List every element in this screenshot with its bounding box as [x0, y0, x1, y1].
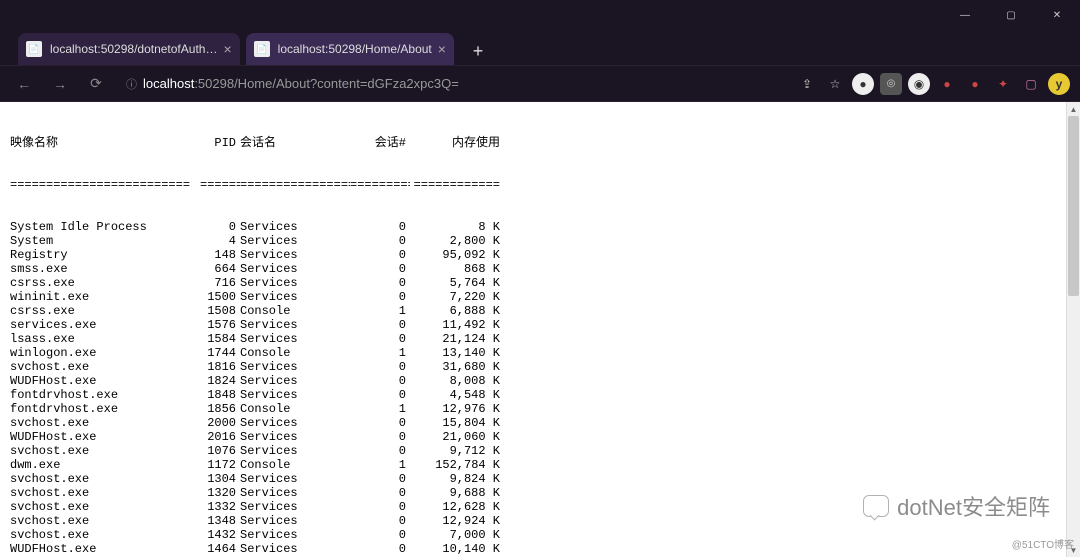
browser-tab-1[interactable]: 📄 localhost:50298/dotnetofAuth… × — [18, 33, 240, 65]
table-row: lsass.exe1584 Services021,124 K — [10, 332, 1056, 346]
share-icon[interactable]: ⇪ — [796, 73, 818, 95]
table-row: fontdrvhost.exe1856 Console112,976 K — [10, 402, 1056, 416]
table-row: svchost.exe1304 Services09,824 K — [10, 472, 1056, 486]
forward-button[interactable]: → — [46, 70, 74, 98]
tab-favicon-icon: 📄 — [26, 41, 42, 57]
toolbar-right-icons: ⇪ ☆ ● ◎ ◉ ● ● ✦ ▢ y — [796, 73, 1070, 95]
table-row: WUDFHost.exe1464 Services010,140 K — [10, 542, 1056, 556]
table-row: dwm.exe1172 Console1152,784 K — [10, 458, 1056, 472]
bookmark-star-icon[interactable]: ☆ — [824, 73, 846, 95]
table-row: csrss.exe716 Services05,764 K — [10, 276, 1056, 290]
address-bar[interactable]: ⓘ localhost:50298/Home/About?content=dGF… — [118, 70, 788, 98]
window-minimize-button[interactable]: — — [942, 0, 988, 30]
table-row: svchost.exe1348 Services012,924 K — [10, 514, 1056, 528]
vertical-scrollbar[interactable]: ▲ ▼ — [1066, 102, 1080, 557]
back-button[interactable]: ← — [10, 70, 38, 98]
table-row: svchost.exe1320 Services09,688 K — [10, 486, 1056, 500]
table-header: 映像名称PID 会话名会话#内存使用 — [10, 136, 1056, 150]
url-path: :50298/Home/About?content=dGFza2xpc3Q= — [194, 76, 459, 91]
window-close-button[interactable]: ✕ — [1034, 0, 1080, 30]
extension-dot-icon[interactable]: ● — [852, 73, 874, 95]
page-content: 映像名称PID 会话名会话#内存使用 =====================… — [0, 102, 1080, 557]
table-row: WUDFHost.exe2016 Services021,060 K — [10, 430, 1056, 444]
table-row: wininit.exe1500 Services07,220 K — [10, 290, 1056, 304]
scroll-track[interactable] — [1067, 116, 1080, 543]
table-row: smss.exe664 Services0868 K — [10, 262, 1056, 276]
table-row: csrss.exe1508 Console16,888 K — [10, 304, 1056, 318]
browser-toolbar: ← → ⟳ ⓘ localhost:50298/Home/About?conte… — [0, 66, 1080, 102]
sidebar-square-icon[interactable]: ▢ — [1020, 73, 1042, 95]
col-mem-header: 内存使用 — [410, 136, 500, 150]
extension-ring-icon[interactable]: ◉ — [908, 73, 930, 95]
table-row: System Idle Process0 Services08 K — [10, 220, 1056, 234]
tab-close-icon[interactable]: × — [438, 41, 446, 57]
separator-row: ================================= ======… — [10, 178, 1056, 192]
site-info-icon[interactable]: ⓘ — [126, 76, 137, 92]
col-pid-header: PID — [200, 136, 240, 150]
profile-avatar-icon[interactable]: y — [1048, 73, 1070, 95]
table-row: svchost.exe1076 Services09,712 K — [10, 444, 1056, 458]
table-row: System4 Services02,800 K — [10, 234, 1056, 248]
tab-favicon-icon: 📄 — [254, 41, 270, 57]
table-row: WUDFHost.exe1824 Services08,008 K — [10, 374, 1056, 388]
tab-close-icon[interactable]: × — [223, 41, 231, 57]
window-maximize-button[interactable]: ▢ — [988, 0, 1034, 30]
extensions-puzzle-icon[interactable]: ✦ — [992, 73, 1014, 95]
table-row: svchost.exe2000 Services015,804 K — [10, 416, 1056, 430]
table-row: svchost.exe1432 Services07,000 K — [10, 528, 1056, 542]
extension-red-icon[interactable]: ● — [936, 73, 958, 95]
browser-tab-strip: 📄 localhost:50298/dotnetofAuth… × 📄 loca… — [0, 30, 1080, 66]
tasklist-output: 映像名称PID 会话名会话#内存使用 =====================… — [0, 102, 1066, 557]
new-tab-button[interactable]: + — [464, 37, 492, 65]
reload-button[interactable]: ⟳ — [82, 70, 110, 98]
scroll-up-icon[interactable]: ▲ — [1067, 102, 1080, 116]
corner-watermark: @51CTO博客 — [1012, 536, 1074, 551]
tab-label: localhost:50298/Home/About — [278, 42, 432, 56]
col-sess-header: 会话名 — [240, 136, 350, 150]
table-row: Registry148 Services095,092 K — [10, 248, 1056, 262]
table-row: services.exe1576 Services011,492 K — [10, 318, 1056, 332]
window-titlebar: — ▢ ✕ — [0, 0, 1080, 30]
table-row: fontdrvhost.exe1848 Services04,548 K — [10, 388, 1056, 402]
url-host: localhost — [143, 76, 194, 91]
col-sid-header: 会话# — [350, 136, 410, 150]
col-name-header: 映像名称 — [10, 136, 200, 150]
browser-tab-2[interactable]: 📄 localhost:50298/Home/About × — [246, 33, 454, 65]
scroll-thumb[interactable] — [1068, 116, 1079, 296]
tab-label: localhost:50298/dotnetofAuth… — [50, 42, 217, 56]
table-row: svchost.exe1816 Services031,680 K — [10, 360, 1056, 374]
table-row: winlogon.exe1744 Console113,140 K — [10, 346, 1056, 360]
extension-red2-icon[interactable]: ● — [964, 73, 986, 95]
camera-icon[interactable]: ◎ — [880, 73, 902, 95]
table-row: svchost.exe1332 Services012,628 K — [10, 500, 1056, 514]
